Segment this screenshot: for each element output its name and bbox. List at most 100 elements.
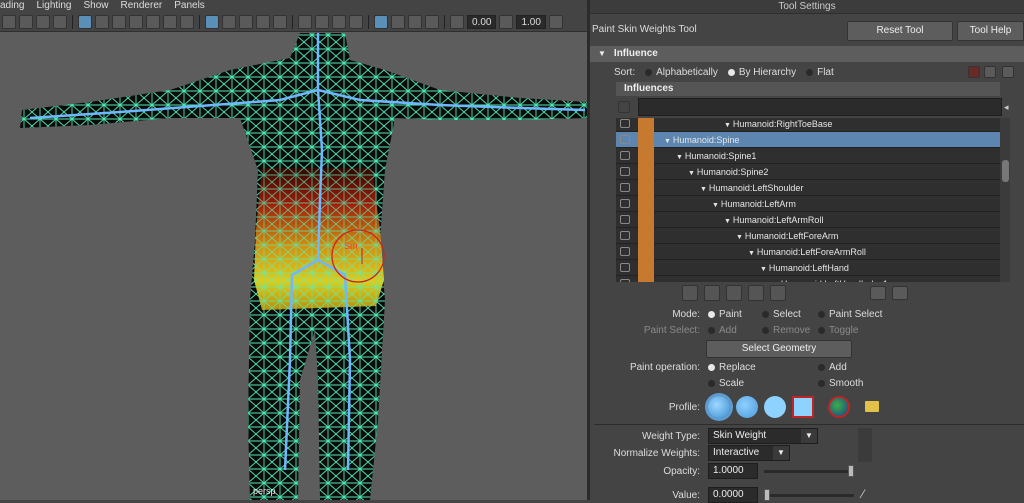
gamma-icon[interactable] [499, 14, 514, 29]
lock-icon[interactable] [620, 279, 630, 282]
weight-type-dropdown[interactable]: Skin Weight ▼ [708, 428, 818, 444]
paint-op-smooth-option[interactable]: Smooth [818, 378, 863, 389]
paste-weights-icon[interactable] [704, 285, 720, 301]
exposure-field[interactable]: 0.00 [467, 14, 497, 29]
xray-active-icon[interactable] [425, 14, 439, 29]
reset-tool-button[interactable]: Reset Tool [847, 21, 953, 41]
safe-title-icon[interactable] [180, 14, 194, 29]
motion-blur-icon[interactable] [315, 14, 329, 29]
opacity-field[interactable]: 1.0000 [708, 463, 758, 479]
influence-row[interactable]: Humanoid:RightToeBase [616, 118, 1002, 132]
weight-hammer-icon[interactable] [726, 285, 742, 301]
select-geometry-button[interactable]: Select Geometry [706, 340, 852, 358]
lock-icon[interactable] [620, 119, 630, 128]
value-field[interactable]: 0.0000 [708, 487, 758, 503]
list-view-icon[interactable] [870, 286, 886, 300]
influence-row[interactable]: Humanoid:LeftHand [616, 260, 1002, 276]
influence-tree[interactable]: Humanoid:RightToeBaseHumanoid:SpineHuman… [616, 118, 1002, 282]
menu-shading[interactable]: ading [0, 0, 24, 12]
menu-lighting[interactable]: Lighting [36, 0, 71, 12]
list-toggle-icon[interactable] [984, 66, 996, 78]
tool-help-button[interactable]: Tool Help [957, 21, 1024, 41]
image-plane-icon[interactable] [53, 14, 67, 29]
move-weights-icon[interactable] [748, 285, 764, 301]
mode-paint-option[interactable]: Paint [708, 309, 742, 320]
camera-attributes-icon[interactable] [19, 14, 33, 29]
square-brush-icon[interactable] [792, 396, 814, 418]
mode-paint-select-option[interactable]: Paint Select [818, 309, 882, 320]
gaussian-brush-icon[interactable] [708, 396, 730, 418]
filter-icon[interactable] [618, 101, 630, 113]
safe-action-icon[interactable] [163, 14, 177, 29]
influence-row[interactable]: Humanoid:LeftHandIndex1 [616, 276, 1002, 282]
film-gate-icon[interactable] [95, 14, 109, 29]
value-slider-handle[interactable] [764, 489, 770, 501]
lock-icon[interactable] [620, 263, 630, 272]
copy-weights-icon[interactable] [682, 285, 698, 301]
influence-row[interactable]: Humanoid:LeftShoulder [616, 180, 1002, 196]
lights-icon[interactable] [256, 14, 270, 29]
influence-row[interactable]: Humanoid:LeftForeArmRoll [616, 244, 1002, 260]
wireframe-icon[interactable] [205, 14, 219, 29]
folder-icon[interactable] [865, 401, 879, 412]
field-chart-icon[interactable] [146, 14, 160, 29]
opacity-slider-track[interactable] [764, 470, 854, 473]
solid-brush-icon[interactable] [764, 396, 786, 418]
shadows-icon[interactable] [273, 14, 287, 29]
paint-op-replace-option[interactable]: Replace [708, 362, 756, 373]
lock-icon[interactable] [620, 135, 630, 144]
menu-panels[interactable]: Panels [174, 0, 205, 12]
grid-icon[interactable] [78, 14, 92, 29]
depth-of-field-icon[interactable] [349, 14, 363, 29]
bookmark-icon[interactable] [36, 14, 50, 29]
viewport-panel[interactable]: ading Lighting Show Renderer Panels 0.00… [0, 0, 587, 500]
eyedropper-icon[interactable]: ⁄ [862, 487, 864, 501]
textured-icon[interactable] [239, 14, 253, 29]
lock-icon[interactable] [620, 199, 630, 208]
camera-select-icon[interactable] [2, 14, 16, 29]
value-slider-track[interactable] [764, 494, 854, 497]
lock-icon[interactable] [620, 151, 630, 160]
xray-icon[interactable] [391, 14, 405, 29]
prune-weights-icon[interactable] [968, 66, 980, 78]
gamma-field[interactable]: 1.00 [516, 14, 546, 29]
lock-list-icon[interactable] [1002, 66, 1014, 78]
sort-flat-option[interactable]: Flat [806, 66, 834, 80]
color-management-icon[interactable] [548, 14, 563, 29]
tree-scrollbar[interactable] [1000, 118, 1010, 282]
influence-row[interactable]: Humanoid:LeftArmRoll [616, 212, 1002, 228]
xray-joints-icon[interactable] [408, 14, 422, 29]
influence-section-header[interactable]: ▼ Influence [590, 46, 1024, 62]
exposure-icon[interactable] [450, 14, 464, 29]
arrow-right-icon[interactable]: ◂ [1004, 102, 1009, 113]
influence-row[interactable]: Humanoid:LeftArm [616, 196, 1002, 212]
lock-icon[interactable] [620, 215, 630, 224]
influence-row[interactable]: Humanoid:LeftForeArm [616, 228, 1002, 244]
lock-icon[interactable] [620, 183, 630, 192]
mode-select-option[interactable]: Select [762, 309, 801, 320]
tree-view-icon[interactable] [892, 286, 908, 300]
lock-icon[interactable] [620, 231, 630, 240]
menu-renderer[interactable]: Renderer [121, 0, 163, 12]
image-brush-icon[interactable] [828, 396, 850, 418]
influence-row[interactable]: Humanoid:Spine2 [616, 164, 1002, 180]
influence-row[interactable]: Humanoid:Spine1 [616, 148, 1002, 164]
opacity-slider-handle[interactable] [848, 465, 854, 477]
smooth-shade-icon[interactable] [222, 14, 236, 29]
isolate-select-icon[interactable] [374, 14, 388, 29]
tree-scrollbar-thumb[interactable] [1002, 160, 1009, 182]
show-influences-icon[interactable] [770, 285, 786, 301]
soft-brush-icon[interactable] [736, 396, 758, 418]
character-mesh-scene[interactable]: Sm [0, 33, 587, 500]
paint-op-scale-option[interactable]: Scale [708, 378, 744, 389]
resolution-gate-icon[interactable] [112, 14, 126, 29]
ambient-occlusion-icon[interactable] [298, 14, 312, 29]
paint-op-add-option[interactable]: Add [818, 362, 847, 373]
sort-by-hierarchy-option[interactable]: By Hierarchy [727, 66, 796, 80]
anti-alias-icon[interactable] [332, 14, 346, 29]
influence-row[interactable]: Humanoid:Spine [616, 132, 1002, 148]
menu-show[interactable]: Show [84, 0, 109, 12]
lock-icon[interactable] [620, 167, 630, 176]
gate-mask-icon[interactable] [129, 14, 143, 29]
sort-alphabetically-option[interactable]: Alphabetically [645, 66, 718, 80]
